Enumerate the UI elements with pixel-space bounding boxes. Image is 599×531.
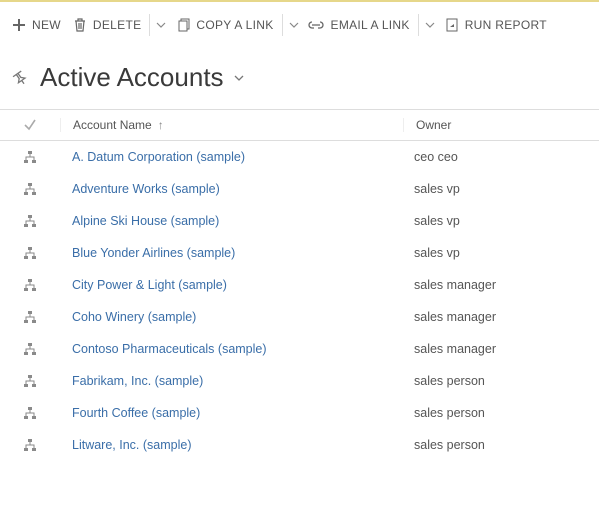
separator [418,14,419,36]
hierarchy-icon[interactable] [0,310,60,324]
separator [282,14,283,36]
table-row[interactable]: City Power & Light (sample)sales manager [0,269,599,301]
grid-header-row: Account Name ↑ Owner [0,109,599,141]
delete-label: DELETE [93,18,141,32]
account-name-cell[interactable]: Adventure Works (sample) [60,182,402,196]
email-link-dropdown[interactable] [421,2,439,48]
view-title: Active Accounts [40,62,224,93]
account-name-cell[interactable]: Coho Winery (sample) [60,310,402,324]
email-link-button[interactable]: EMAIL A LINK [303,2,416,48]
hierarchy-icon[interactable] [0,278,60,292]
column-header-account-name[interactable]: Account Name ↑ [60,118,403,132]
trash-icon [73,18,87,32]
column-header-owner[interactable]: Owner [403,118,599,132]
owner-cell: sales manager [402,310,599,324]
email-link-label: EMAIL A LINK [331,18,410,32]
owner-cell: sales vp [402,246,599,260]
separator [149,14,150,36]
hierarchy-icon[interactable] [0,246,60,260]
account-name-cell[interactable]: City Power & Light (sample) [60,278,402,292]
new-label: NEW [32,18,61,32]
account-name-cell[interactable]: Alpine Ski House (sample) [60,214,402,228]
plus-icon [12,18,26,32]
table-row[interactable]: Blue Yonder Airlines (sample)sales vp [0,237,599,269]
owner-cell: sales person [402,406,599,420]
owner-cell: sales person [402,438,599,452]
report-icon [445,18,459,32]
column-label: Account Name [73,118,152,132]
copy-link-button[interactable]: COPY A LINK [170,2,279,48]
new-button[interactable]: NEW [6,2,67,48]
delete-dropdown[interactable] [152,2,170,48]
table-row[interactable]: Adventure Works (sample)sales vp [0,173,599,205]
owner-cell: ceo ceo [402,150,599,164]
grid-body: A. Datum Corporation (sample)ceo ceoAdve… [0,141,599,461]
owner-cell: sales vp [402,182,599,196]
hierarchy-icon[interactable] [0,214,60,228]
account-name-cell[interactable]: Contoso Pharmaceuticals (sample) [60,342,402,356]
hierarchy-icon[interactable] [0,182,60,196]
table-row[interactable]: Litware, Inc. (sample)sales person [0,429,599,461]
hierarchy-icon[interactable] [0,342,60,356]
view-header: Active Accounts [0,48,599,103]
account-name-cell[interactable]: Litware, Inc. (sample) [60,438,402,452]
account-name-cell[interactable]: Fourth Coffee (sample) [60,406,402,420]
hierarchy-icon[interactable] [0,406,60,420]
sort-asc-icon: ↑ [158,118,164,132]
copy-icon [176,18,190,32]
copy-link-dropdown[interactable] [285,2,303,48]
run-report-label: RUN REPORT [465,18,547,32]
column-label: Owner [416,118,451,132]
account-name-cell[interactable]: Fabrikam, Inc. (sample) [60,374,402,388]
copy-link-label: COPY A LINK [196,18,273,32]
table-row[interactable]: Coho Winery (sample)sales manager [0,301,599,333]
run-report-button[interactable]: RUN REPORT [439,2,553,48]
delete-button[interactable]: DELETE [67,2,147,48]
toolbar: NEW DELETE COPY A LINK EMAIL A LINK [0,2,599,48]
hierarchy-icon[interactable] [0,150,60,164]
table-row[interactable]: Contoso Pharmaceuticals (sample)sales ma… [0,333,599,365]
link-icon [309,20,325,30]
view-selector-dropdown[interactable] [234,73,244,83]
accounts-grid: Account Name ↑ Owner A. Datum Corporatio… [0,109,599,461]
owner-cell: sales manager [402,278,599,292]
owner-cell: sales vp [402,214,599,228]
hierarchy-icon[interactable] [0,438,60,452]
owner-cell: sales manager [402,342,599,356]
pin-icon[interactable] [12,70,28,86]
table-row[interactable]: Fabrikam, Inc. (sample)sales person [0,365,599,397]
select-all-column[interactable] [0,118,60,132]
table-row[interactable]: A. Datum Corporation (sample)ceo ceo [0,141,599,173]
table-row[interactable]: Fourth Coffee (sample)sales person [0,397,599,429]
owner-cell: sales person [402,374,599,388]
account-name-cell[interactable]: Blue Yonder Airlines (sample) [60,246,402,260]
hierarchy-icon[interactable] [0,374,60,388]
table-row[interactable]: Alpine Ski House (sample)sales vp [0,205,599,237]
account-name-cell[interactable]: A. Datum Corporation (sample) [60,150,402,164]
